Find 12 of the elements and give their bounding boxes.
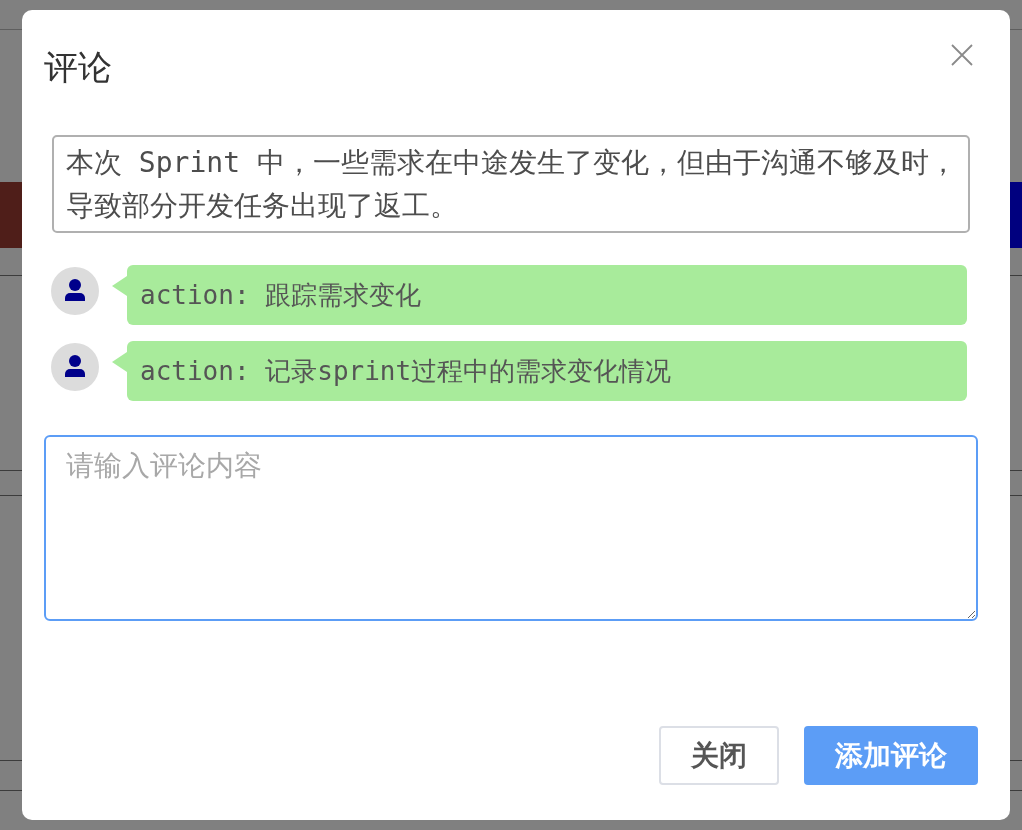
user-avatar-icon [51,267,99,315]
bubble-tail-icon [112,352,127,372]
close-icon [951,44,973,66]
comment-bubble: action: 记录sprint过程中的需求变化情况 [127,341,967,401]
dialog-title: 评论 [44,50,112,84]
close-dialog-button[interactable]: 关闭 [659,726,779,785]
description-panel: 本次 Sprint 中，一些需求在中途发生了变化，但由于沟通不够及时，导致部分开发任务出现了返工。 [52,135,970,233]
comment-bubble: action: 跟踪需求变化 [127,265,967,325]
close-button[interactable] [951,44,973,66]
comment-input[interactable]: 请输入评论内容 [44,435,978,621]
bubble-tail-icon [112,276,127,296]
user-avatar-icon [51,343,99,391]
